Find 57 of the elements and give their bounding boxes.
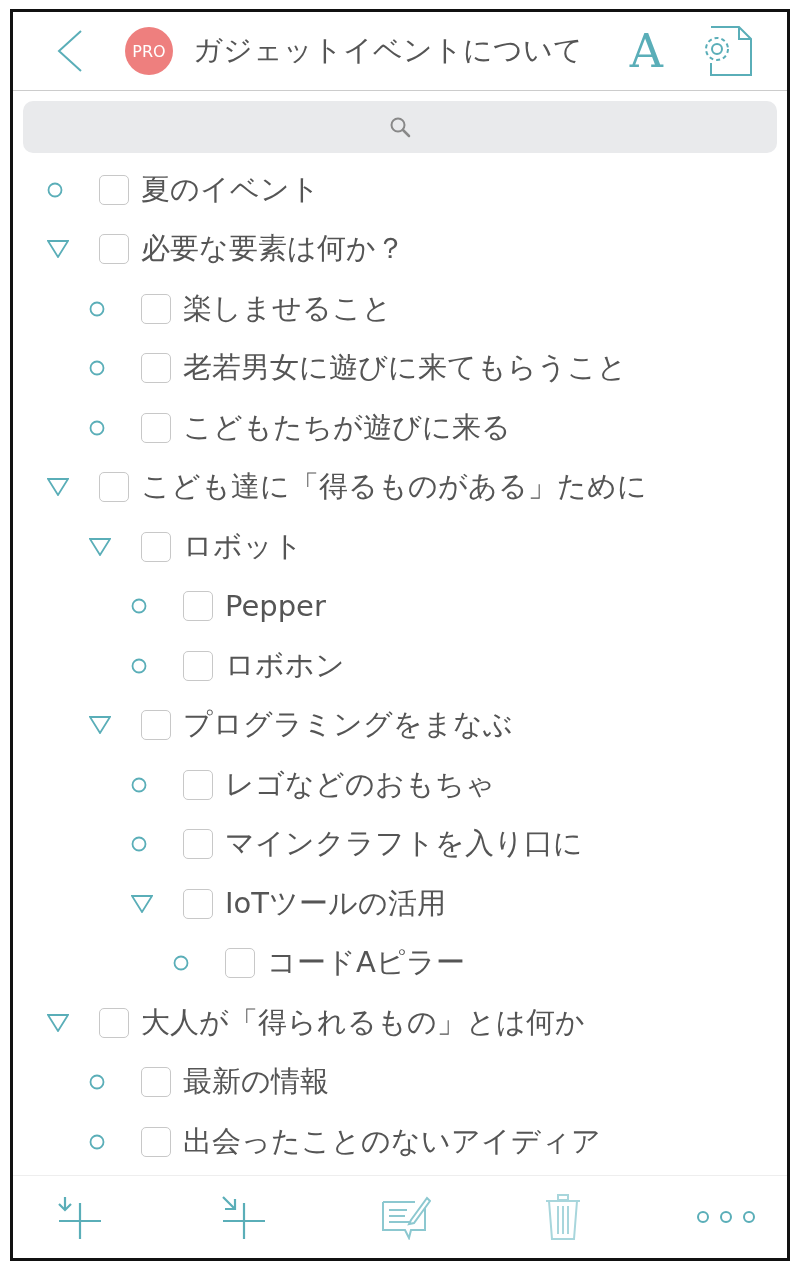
checkbox[interactable] xyxy=(183,888,213,919)
bullet-icon xyxy=(131,776,147,793)
window-title: ガジェットイベントについて xyxy=(193,32,583,69)
search-icon xyxy=(388,115,412,139)
outline-item-text[interactable]: ロボホン xyxy=(225,645,345,686)
expand-triangle-icon[interactable] xyxy=(47,240,69,259)
outline-item-text[interactable]: 楽しませること xyxy=(183,288,392,329)
expand-triangle-icon[interactable] xyxy=(89,716,111,735)
checkbox[interactable] xyxy=(183,769,213,800)
bullet-icon xyxy=(89,1074,105,1091)
bullet-icon xyxy=(89,1133,105,1150)
outline-item-text[interactable]: Pepper xyxy=(225,589,326,624)
search-field[interactable] xyxy=(23,101,777,153)
outline-item-text[interactable]: IoTツールの活用 xyxy=(225,883,446,924)
outline-item-text[interactable]: 老若男女に遊びに来てもらうこと xyxy=(183,348,627,389)
outline-item-text[interactable]: コードAピラー xyxy=(267,943,465,984)
note-icon[interactable] xyxy=(381,1194,431,1240)
checkbox[interactable] xyxy=(141,1067,171,1098)
checkbox[interactable] xyxy=(99,1007,129,1038)
bullet-icon xyxy=(47,181,63,198)
checkbox[interactable] xyxy=(141,353,171,384)
outline-item-text[interactable]: 最新の情報 xyxy=(183,1062,329,1103)
checkbox[interactable] xyxy=(99,234,129,265)
outline-item-text[interactable]: 出会ったことのないアイディア xyxy=(183,1121,601,1162)
outline-item-text[interactable]: ロボット xyxy=(183,526,303,567)
bullet-icon xyxy=(173,955,189,972)
outline-item-text[interactable]: プログラミングをまなぶ xyxy=(183,705,513,746)
expand-triangle-icon[interactable] xyxy=(47,1013,69,1032)
bullet-icon xyxy=(89,360,105,377)
checkbox[interactable] xyxy=(225,948,255,979)
outline-item-text[interactable]: レゴなどのおもちゃ xyxy=(225,764,495,805)
bullet-icon xyxy=(131,657,147,674)
trash-icon[interactable] xyxy=(545,1194,581,1240)
outline-item-text[interactable]: こども達に「得るものがある」ために xyxy=(141,467,647,508)
checkbox[interactable] xyxy=(141,412,171,443)
checkbox[interactable] xyxy=(183,650,213,681)
more-icon[interactable] xyxy=(695,1209,757,1225)
bullet-icon xyxy=(131,598,147,615)
expand-triangle-icon[interactable] xyxy=(131,894,153,913)
bullet-icon xyxy=(89,300,105,317)
checkbox[interactable] xyxy=(183,829,213,860)
outline-item-text[interactable]: 必要な要素は何か？ xyxy=(141,229,405,270)
expand-triangle-icon[interactable] xyxy=(47,478,69,497)
checkbox[interactable] xyxy=(99,174,129,205)
checkbox[interactable] xyxy=(141,710,171,741)
expand-triangle-icon[interactable] xyxy=(89,537,111,556)
bullet-icon xyxy=(89,419,105,436)
checkbox[interactable] xyxy=(183,591,213,622)
bullet-icon xyxy=(131,836,147,853)
checkbox[interactable] xyxy=(141,293,171,324)
outline-item-text[interactable]: マインクラフトを入り口に xyxy=(225,824,583,865)
outline-item-text[interactable]: こどもたちが遊びに来る xyxy=(183,407,511,448)
checkbox[interactable] xyxy=(141,531,171,562)
outline-item-text[interactable]: 大人が「得られるもの」とは何か xyxy=(141,1002,585,1043)
checkbox[interactable] xyxy=(141,1126,171,1157)
outline-item-text[interactable]: 夏のイベント xyxy=(141,169,320,210)
checkbox[interactable] xyxy=(99,472,129,503)
